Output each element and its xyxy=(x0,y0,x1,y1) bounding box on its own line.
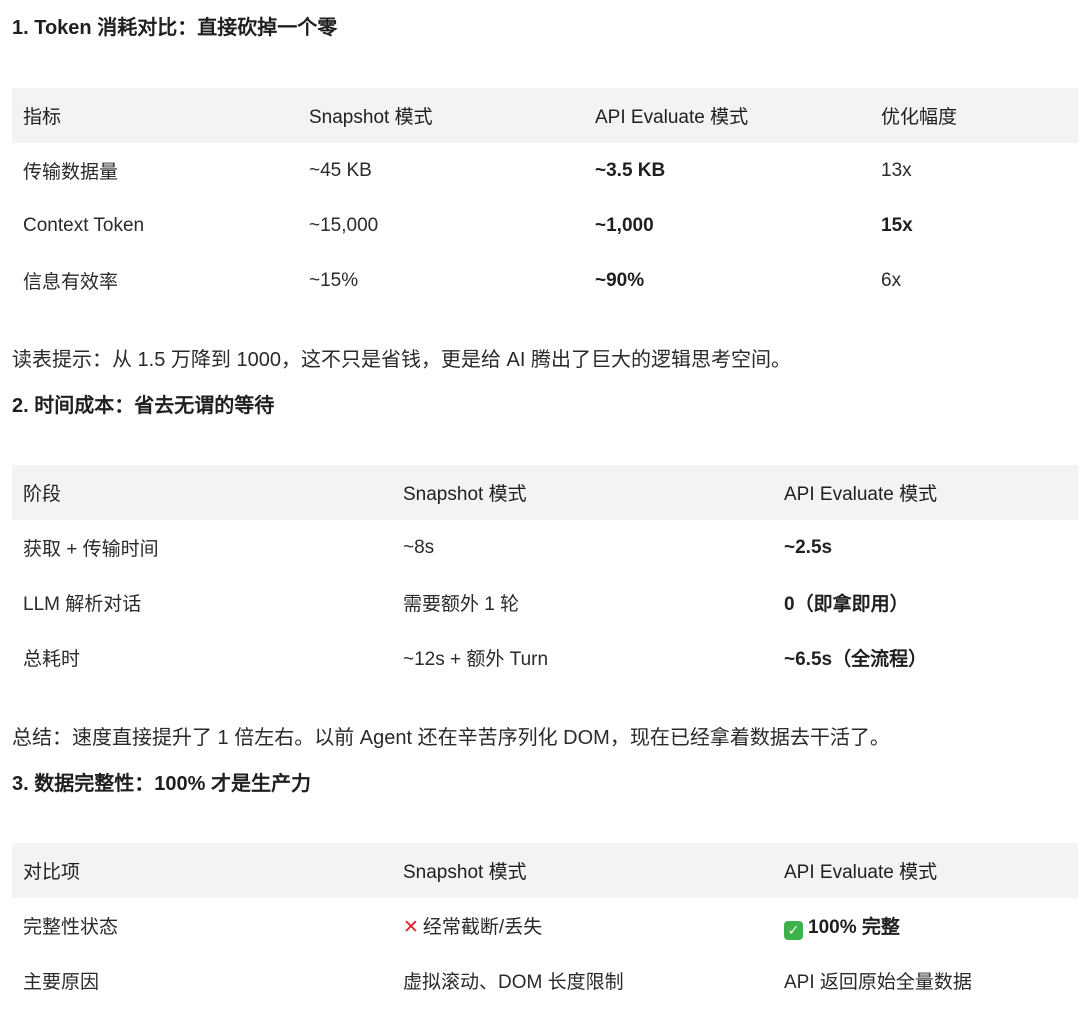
table-cell: 主要原因 xyxy=(23,972,100,993)
table-row: 总耗时 ~12s + 额外 Turn ~6.5s（全流程） xyxy=(12,630,1078,685)
table-cell: ~3.5 KB xyxy=(595,159,666,181)
table-row: Context Token ~15,000 ~1,000 15x xyxy=(12,198,1078,253)
table-cell: ~12s + 额外 Turn xyxy=(403,649,549,670)
section1-title: 1. Token 消耗对比：直接砍掉一个零 xyxy=(12,17,338,39)
table-cell: ~45 KB xyxy=(309,159,372,181)
table-row: 主要原因 虚拟滚动、DOM 长度限制 API 返回原始全量数据 xyxy=(12,953,1078,1008)
table-cell: 6x xyxy=(881,269,902,291)
status-text: 100% 完整 xyxy=(808,916,900,938)
table-cell: 15x xyxy=(881,214,913,236)
table-cell: ✕ 经常截断/丢失 xyxy=(392,898,773,953)
table-row: LLM 解析对话 需要额外 1 轮 0（即拿即用） xyxy=(12,575,1078,630)
section2-note: 总结：速度直接提升了 1 倍左右。以前 Agent 还在辛苦序列化 DOM，现在… xyxy=(12,727,890,749)
table-cell: ~15,000 xyxy=(309,214,379,236)
table-header-row: 阶段 Snapshot 模式 API Evaluate 模式 xyxy=(12,465,1078,520)
table-cell: 获取 + 传输时间 xyxy=(23,539,159,560)
table-header-row: 指标 Snapshot 模式 API Evaluate 模式 优化幅度 xyxy=(12,88,1078,143)
table-header-row: 对比项 Snapshot 模式 API Evaluate 模式 xyxy=(12,843,1078,898)
table-cell: 总耗时 xyxy=(23,649,81,670)
table-cell: API 返回原始全量数据 xyxy=(784,972,972,993)
table-row: 信息有效率 ~15% ~90% 6x xyxy=(12,253,1078,308)
header-cell: 对比项 xyxy=(23,862,81,883)
header-cell: Snapshot 模式 xyxy=(309,107,433,128)
token-table: 指标 Snapshot 模式 API Evaluate 模式 优化幅度 传输数据… xyxy=(12,88,1078,308)
table-cell: 完整性状态 xyxy=(23,917,119,938)
table-cell: ~15% xyxy=(309,269,359,291)
section2-title: 2. 时间成本：省去无谓的等待 xyxy=(12,395,275,417)
table-cell: 0（即拿即用） xyxy=(784,594,909,615)
table-row: 完整性状态 ✕ 经常截断/丢失 ✓ 100% 完整 xyxy=(12,898,1078,953)
table-row: 获取 + 传输时间 ~8s ~2.5s xyxy=(12,520,1078,575)
table-cell: ~90% xyxy=(595,269,645,291)
table-cell: 需要额外 1 轮 xyxy=(403,594,520,615)
status-text: 经常截断/丢失 xyxy=(422,917,543,938)
table-cell: 虚拟滚动、DOM 长度限制 xyxy=(403,972,624,993)
section1-note: 读表提示：从 1.5 万降到 1000，这不只是省钱，更是给 AI 腾出了巨大的… xyxy=(12,349,791,371)
check-mark-icon: ✓ xyxy=(784,920,803,940)
table-cell: ~6.5s（全流程） xyxy=(784,649,928,670)
header-cell: API Evaluate 模式 xyxy=(595,107,749,128)
table-cell: ✓ 100% 完整 xyxy=(773,898,1078,953)
table-cell: 信息有效率 xyxy=(23,272,119,293)
table-row: 传输数据量 ~45 KB ~3.5 KB 13x xyxy=(12,143,1078,198)
header-cell: 优化幅度 xyxy=(881,107,958,128)
header-cell: API Evaluate 模式 xyxy=(784,862,938,883)
table-cell: 传输数据量 xyxy=(23,162,119,183)
table-cell: ~8s xyxy=(403,536,435,558)
table-cell: Context Token xyxy=(23,214,145,236)
section3-title: 3. 数据完整性：100% 才是生产力 xyxy=(12,773,311,795)
time-table: 阶段 Snapshot 模式 API Evaluate 模式 获取 + 传输时间… xyxy=(12,465,1078,685)
cross-mark-icon: ✕ xyxy=(403,917,419,938)
table-cell: 13x xyxy=(881,159,912,181)
header-cell: 指标 xyxy=(23,107,62,128)
header-cell: Snapshot 模式 xyxy=(403,484,527,505)
integrity-table: 对比项 Snapshot 模式 API Evaluate 模式 完整性状态 ✕ 经… xyxy=(12,843,1078,1008)
header-cell: Snapshot 模式 xyxy=(403,862,527,883)
header-cell: API Evaluate 模式 xyxy=(784,484,938,505)
header-cell: 阶段 xyxy=(23,484,62,505)
table-cell: ~1,000 xyxy=(595,214,654,236)
table-cell: ~2.5s xyxy=(784,536,833,558)
table-cell: LLM 解析对话 xyxy=(23,594,142,615)
